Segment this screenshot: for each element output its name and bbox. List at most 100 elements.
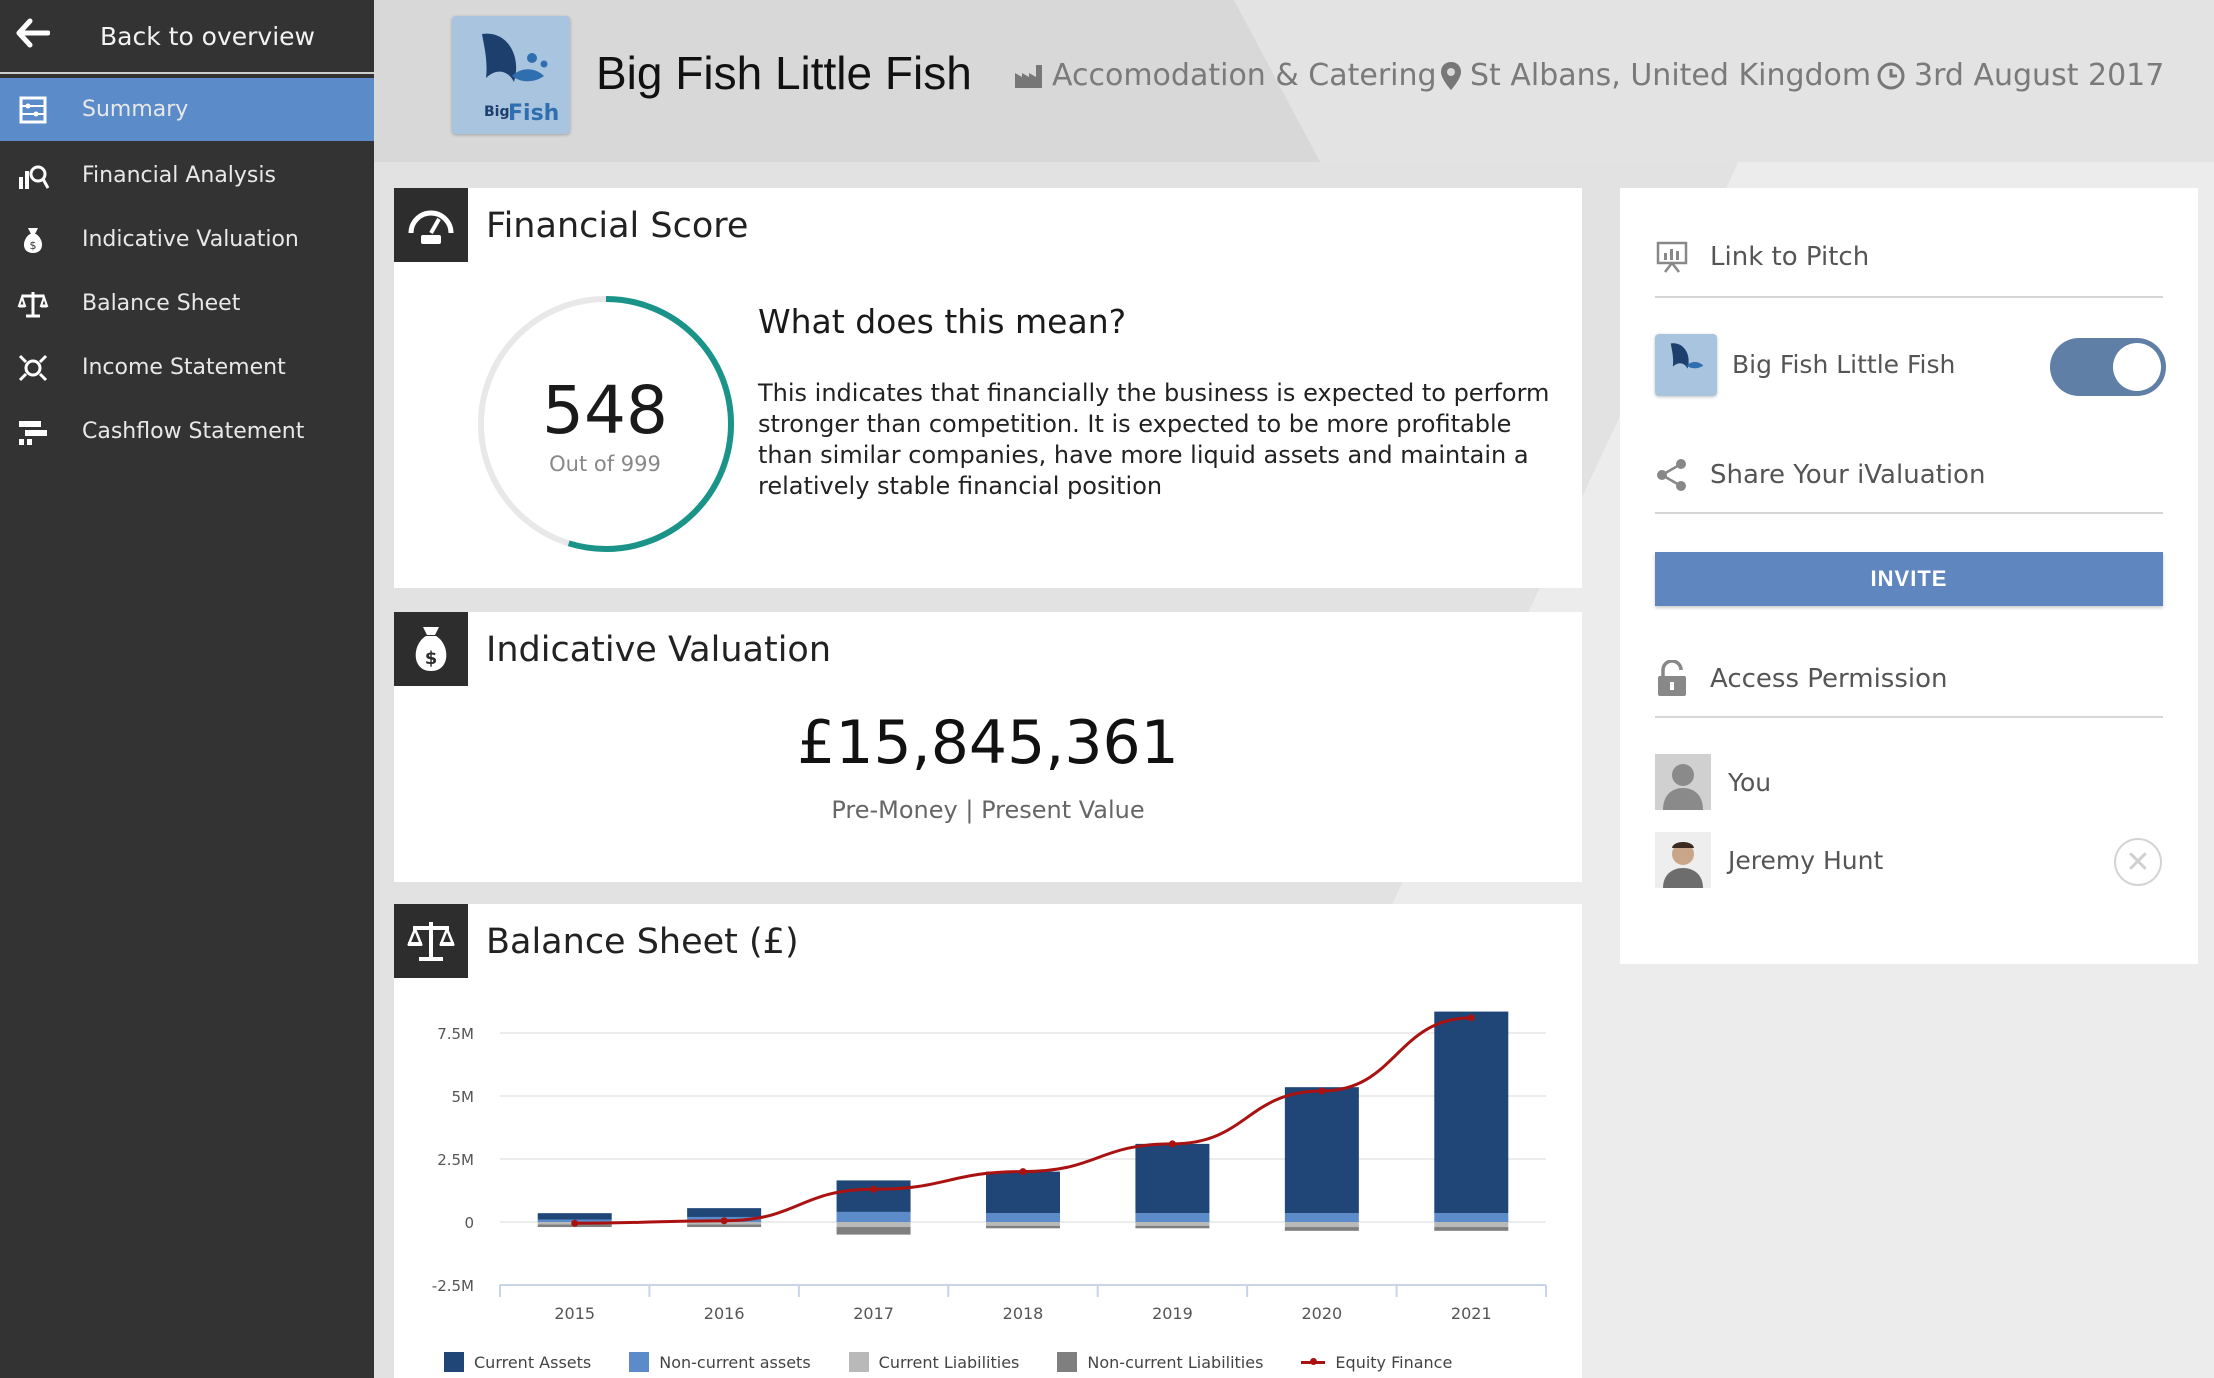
legend-swatch [1301,1357,1326,1365]
x-tick-label: 2015 [554,1304,595,1323]
legend-label: Non-current Liabilities [1087,1352,1264,1372]
legend-swatch [444,1352,464,1372]
remove-person-button[interactable]: ✕ [2114,838,2162,886]
legend-item[interactable]: Equity Finance [1301,1352,1452,1372]
valuation-title: Indicative Valuation [486,630,832,670]
company-name: Big Fish Little Fish [596,47,972,99]
x-tick-label: 2021 [1451,1304,1492,1323]
valuation-subtitle: Pre-Money | Present Value [831,796,1145,824]
svg-text:$: $ [425,648,438,669]
bar-non-current-assets [836,1211,911,1222]
back-to-overview-button[interactable]: Back to overview [0,0,374,74]
padlock-icon [1655,660,1693,698]
legend-swatch [848,1352,869,1372]
date: 3rd August 2017 [1876,58,2164,93]
divider [1655,296,2163,298]
company-header: Big Fish Big Fish Little Fish Accomodati… [374,0,2214,162]
chart-legend: Current Assets Non-current assets Current … [444,1352,1490,1372]
share-icon [1655,458,1693,492]
bar-current-liabilities [1135,1222,1210,1226]
meaning-text: This indicates that financially the busi… [758,379,1550,500]
logo-text-big: Big [484,104,510,120]
y-tick-label: 7.5M [437,1025,474,1043]
bar-non-current-liabilities [687,1224,762,1228]
person-name: You [1728,768,1772,797]
clock-icon [1876,61,1906,91]
legend-label: Non-current assets [659,1352,811,1372]
x-tick-label: 2019 [1152,1304,1193,1323]
industry: Accomodation & Catering [1014,58,1437,93]
bar-non-current-assets [1434,1213,1509,1222]
bar-current-assets [1135,1143,1210,1214]
abacus-icon [16,93,50,127]
avatar [1655,754,1711,810]
close-icon: ✕ [2125,844,2151,880]
pitch-name: Big Fish Little Fish [1732,350,1956,379]
industry-label: Accomodation & Catering [1052,58,1437,93]
pitch-thumbnail [1655,334,1717,396]
svg-text:$: $ [30,239,37,252]
arrow-left-icon [16,18,66,54]
bar-current-assets [986,1171,1060,1214]
sidebar: Back to overview Summary Financial Analy… [0,0,374,1378]
y-tick-label: -2.5M [432,1277,474,1295]
equity-finance-point [571,1219,579,1227]
sidebar-item-cashflow-statement[interactable]: Cashflow Statement [0,400,374,463]
legend-swatch [629,1352,650,1372]
divider [1655,716,2163,718]
sidebar-item-financial-analysis[interactable]: Financial Analysis [0,144,374,207]
legend-item[interactable]: Current Assets [444,1352,591,1372]
legend-item[interactable]: Non-current Liabilities [1057,1352,1263,1372]
legend-label: Current Liabilities [878,1352,1020,1372]
bar-non-current-liabilities [1434,1227,1509,1231]
x-tick-label: 2020 [1301,1304,1342,1323]
sidebar-item-indicative-valuation[interactable]: $ Indicative Valuation [0,208,374,271]
legend-item[interactable]: Current Liabilities [848,1352,1020,1372]
share-panel: Link to Pitch Big Fish Little Fish Share… [1620,188,2198,964]
bar-non-current-liabilities [836,1227,911,1235]
sidebar-item-income-statement[interactable]: Income Statement [0,336,374,399]
date-label: 3rd August 2017 [1914,58,2165,93]
financial-score-title: Financial Score [486,206,749,246]
money-bag-icon: $ [394,612,468,686]
pitch-link-toggle[interactable] [2050,338,2166,396]
y-tick-label: 5M [452,1088,475,1106]
logo-text-fish: Fish [508,101,559,126]
avatar [1655,832,1711,888]
sidebar-item-balance-sheet[interactable]: Balance Sheet [0,272,374,335]
sidebar-item-label: Cashflow Statement [82,419,305,444]
presentation-icon [1655,240,1693,274]
sidebar-item-label: Summary [82,97,189,122]
access-permission-label: Access Permission [1710,664,1948,694]
link-to-pitch: Link to Pitch [1655,240,2163,274]
equity-finance-point [1467,1014,1475,1022]
factory-icon [1014,63,1044,89]
share-your-ivaluation: Share Your iValuation [1655,458,2163,492]
bar-non-current-assets [986,1213,1060,1222]
sidebar-item-label: Balance Sheet [82,291,241,316]
sidebar-item-summary[interactable]: Summary [0,78,374,141]
share-label: Share Your iValuation [1710,460,1986,490]
equity-finance-point [870,1185,878,1193]
income-icon [16,351,50,385]
equity-finance-point [1019,1168,1027,1176]
bar-non-current-liabilities [1135,1225,1210,1229]
legend-item[interactable]: Non-current assets [629,1352,811,1372]
bar-current-assets [836,1180,911,1212]
score-out-of: Out of 999 [549,452,661,476]
balance-sheet-card: Balance Sheet (£) 7.5M 5M 2.5M 0 -2.5M 2015 20… [394,904,1582,1378]
x-tick-label: 2016 [704,1304,745,1323]
access-permission: Access Permission [1655,660,2163,698]
sidebar-item-label: Financial Analysis [82,163,276,188]
invite-button[interactable]: INVITE [1655,552,2163,606]
money-bag-icon: $ [16,223,50,257]
bar-current-liabilities [836,1222,911,1228]
sidebar-item-label: Income Statement [82,355,286,380]
cashflow-icon [16,415,50,449]
divider [1655,512,2163,514]
x-tick-label: 2018 [1003,1304,1044,1323]
equity-finance-point [720,1217,728,1225]
score-value: 548 [542,372,668,449]
location-label: St Albans, United Kingdom [1470,58,1872,93]
balance-sheet-chart: 7.5M 5M 2.5M 0 -2.5M 2015 2016 2017 2018 2019 2020… [432,1011,1547,1323]
